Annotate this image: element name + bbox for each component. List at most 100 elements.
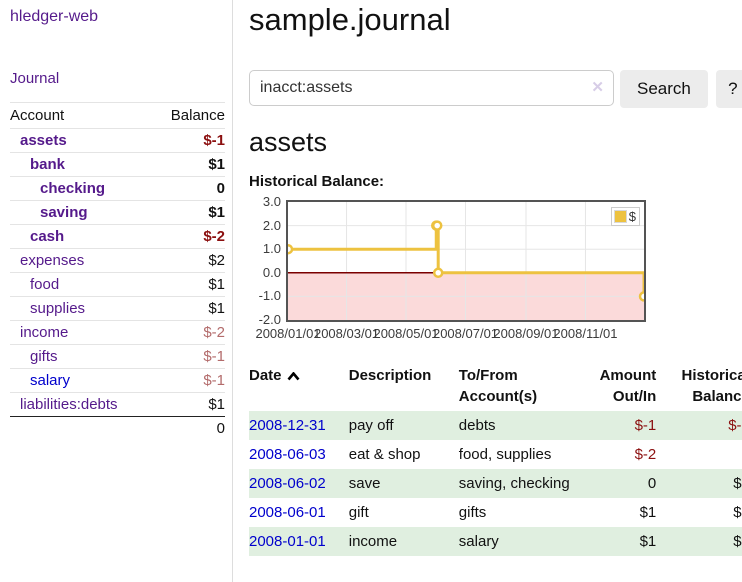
sidebar-account-link[interactable]: gifts <box>30 348 58 365</box>
transaction-amount: $1 <box>574 527 656 556</box>
transaction-row: 2008-06-02savesaving, checking0$2 <box>249 469 742 498</box>
chart-plot-area: $ <box>286 200 646 322</box>
account-row: income $-2 <box>10 321 225 345</box>
chart-heading: Historical Balance: <box>249 173 742 190</box>
main-content: sample.journal ✕ Search ? assets Histori… <box>233 0 742 582</box>
account-balance: $-1 <box>153 345 225 369</box>
account-balance: $-2 <box>153 321 225 345</box>
sidebar-account-link[interactable]: expenses <box>20 252 84 269</box>
sidebar-account-link[interactable]: cash <box>30 228 64 245</box>
account-balance: $-2 <box>153 225 225 249</box>
transaction-description: income <box>349 527 459 556</box>
sidebar-account-link[interactable]: salary <box>30 372 70 389</box>
transaction-description: pay off <box>349 411 459 440</box>
account-row: gifts $-1 <box>10 345 225 369</box>
transaction-date-link[interactable]: 2008-06-03 <box>249 446 326 463</box>
transaction-balance: $2 <box>656 469 742 498</box>
account-row: liabilities:debts$1 <box>10 393 225 417</box>
clear-search-icon[interactable]: ✕ <box>591 78 604 98</box>
transactions-table: Date Description To/From Account(s) Amou… <box>249 363 742 556</box>
sidebar-account-link[interactable]: supplies <box>30 300 85 317</box>
help-button[interactable]: ? <box>716 70 742 108</box>
transaction-row: 2008-12-31pay offdebts$-1$-1 <box>249 411 742 440</box>
description-column-header: Description <box>349 363 459 411</box>
account-balance: $-1 <box>153 129 225 153</box>
transaction-balance: $1 <box>656 527 742 556</box>
sidebar-account-link[interactable]: assets <box>20 132 67 149</box>
account-column-header: Account <box>10 103 153 129</box>
accounts-column-header: To/From Account(s) <box>459 363 574 411</box>
account-balance: $1 <box>153 153 225 177</box>
transaction-amount: $-1 <box>574 411 656 440</box>
account-balance: $1 <box>153 273 225 297</box>
transaction-date-link[interactable]: 2008-12-31 <box>249 417 326 434</box>
search-button[interactable]: Search <box>620 70 708 108</box>
account-row: food $1 <box>10 273 225 297</box>
y-axis-tick-label: -2.0 <box>247 312 281 327</box>
transaction-amount: $-2 <box>574 440 656 469</box>
account-row: checking0 <box>10 177 225 201</box>
transaction-date-link[interactable]: 2008-06-01 <box>249 504 326 521</box>
transaction-description: gift <box>349 498 459 527</box>
x-axis-tick-label: 2008/05/01 <box>373 326 438 341</box>
transaction-date-link[interactable]: 2008-06-02 <box>249 475 326 492</box>
transaction-accounts: debts <box>459 411 574 440</box>
account-row: assets $-1 <box>10 129 225 153</box>
sidebar-account-link[interactable]: food <box>30 276 59 293</box>
account-total-value: 0 <box>153 417 225 441</box>
account-row: salary $-1 <box>10 369 225 393</box>
x-axis-tick-label: 2008/03/01 <box>314 326 379 341</box>
transaction-balance: $2 <box>656 498 742 527</box>
account-balance: $2 <box>153 249 225 273</box>
transaction-description: save <box>349 469 459 498</box>
transaction-description: eat & shop <box>349 440 459 469</box>
sort-ascending-icon <box>287 372 300 381</box>
sidebar-account-link[interactable]: saving <box>40 204 88 221</box>
date-column-label: Date <box>249 365 282 386</box>
transaction-accounts: food, supplies <box>459 440 574 469</box>
sidebar-account-table: Account Balance assets$-1bank$1checking0… <box>10 102 225 440</box>
account-heading: assets <box>249 127 742 158</box>
transaction-accounts: gifts <box>459 498 574 527</box>
y-axis-tick-label: 2.0 <box>247 218 281 233</box>
account-row: expenses $2 <box>10 249 225 273</box>
sidebar-account-link[interactable]: income <box>20 324 68 341</box>
x-axis-tick-label: 2008/09/01 <box>493 326 558 341</box>
account-total-row: 0 <box>10 417 225 441</box>
transaction-row: 2008-06-03eat & shopfood, supplies$-20 <box>249 440 742 469</box>
x-axis-tick-label: 2008/01/01 <box>255 326 320 341</box>
transaction-date-link[interactable]: 2008-01-01 <box>249 533 326 550</box>
sidebar-account-link[interactable]: liabilities:debts <box>20 396 118 413</box>
balance-column-header-main: Historical Balance <box>656 363 742 411</box>
sidebar: hledger-web Journal Account Balance asse… <box>0 0 233 582</box>
y-axis-tick-label: -1.0 <box>247 288 281 303</box>
search-input[interactable] <box>249 70 614 106</box>
sidebar-item-journal[interactable]: Journal <box>10 70 59 87</box>
transaction-amount: $1 <box>574 498 656 527</box>
legend-label: $ <box>629 209 636 224</box>
y-axis-tick-label: 0.0 <box>247 265 281 280</box>
amount-column-header: Amount Out/In <box>574 363 656 411</box>
account-row: supplies$1 <box>10 297 225 321</box>
search-input-wrap: ✕ <box>249 70 614 108</box>
x-axis-tick-label: 2008/07/01 <box>433 326 498 341</box>
chart-legend: $ <box>611 207 640 226</box>
transactions-header-row: Date Description To/From Account(s) Amou… <box>249 363 742 411</box>
y-axis-tick-label: 3.0 <box>247 194 281 209</box>
app-brand-link[interactable]: hledger-web <box>10 8 98 26</box>
sidebar-account-link[interactable]: bank <box>30 156 65 173</box>
account-table-header: Account Balance <box>10 103 225 129</box>
transaction-accounts: saving, checking <box>459 469 574 498</box>
x-axis-tick-label: 2008/11/01 <box>553 326 617 341</box>
y-axis-tick-label: 1.0 <box>247 241 281 256</box>
transaction-balance: $-1 <box>656 411 742 440</box>
account-row: saving$1 <box>10 201 225 225</box>
account-total-spacer <box>10 417 153 441</box>
account-balance: $-1 <box>153 369 225 393</box>
date-column-header[interactable]: Date <box>249 363 349 411</box>
transaction-row: 2008-06-01 giftgifts$1$2 <box>249 498 742 527</box>
balance-column-header: Balance <box>153 103 225 129</box>
page-title: sample.journal <box>249 2 742 38</box>
account-row: cash $-2 <box>10 225 225 249</box>
sidebar-account-link[interactable]: checking <box>40 180 105 197</box>
